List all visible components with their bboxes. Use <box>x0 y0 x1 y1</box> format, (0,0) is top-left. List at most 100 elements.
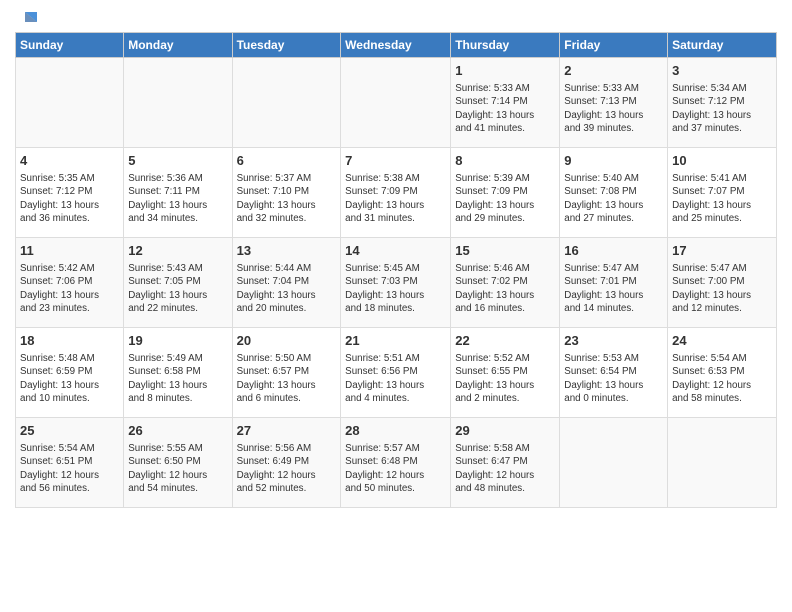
calendar-cell <box>341 58 451 148</box>
logo-icon <box>17 8 39 30</box>
day-number: 14 <box>345 242 446 260</box>
calendar-header-row: SundayMondayTuesdayWednesdayThursdayFrid… <box>16 33 777 58</box>
cell-line: Sunrise: 5:54 AM <box>20 443 95 454</box>
cell-line: and 39 minutes. <box>564 123 634 134</box>
cell-line: and 18 minutes. <box>345 303 415 314</box>
cell-content: Sunrise: 5:40 AMSunset: 7:08 PMDaylight:… <box>564 172 663 225</box>
cell-line: Sunset: 7:14 PM <box>455 96 527 107</box>
cell-line: Sunrise: 5:51 AM <box>345 353 420 364</box>
cell-line: Daylight: 12 hours <box>237 470 316 481</box>
cell-line: Sunset: 6:58 PM <box>128 366 200 377</box>
day-number: 24 <box>672 332 772 350</box>
cell-content: Sunrise: 5:48 AM Sunset: 6:59 PM Daylight:… <box>20 352 119 405</box>
cell-line: Daylight: 13 hours <box>564 200 643 211</box>
cell-line: Sunrise: 5:54 AM <box>672 353 747 364</box>
day-number: 18 <box>20 332 119 350</box>
cell-line: Daylight: 12 hours <box>672 380 751 391</box>
cell-line: Daylight: 13 hours <box>672 290 751 301</box>
cell-content: Sunrise: 5:41 AMSunset: 7:07 PMDaylight:… <box>672 172 772 225</box>
cell-line: Sunset: 6:56 PM <box>345 366 417 377</box>
cell-line: and 52 minutes. <box>237 483 307 494</box>
calendar-cell: 4 Sunrise: 5:35 AMSunset: 7:12 PMDaylight… <box>16 148 124 238</box>
cell-line: Sunrise: 5:42 AM <box>20 263 95 274</box>
cell-line: and 29 minutes. <box>455 213 525 224</box>
cell-line: Daylight: 13 hours <box>237 380 316 391</box>
cell-line: Daylight: 13 hours <box>128 380 207 391</box>
cell-line: Sunset: 7:07 PM <box>672 186 744 197</box>
cell-line: and 34 minutes. <box>128 213 198 224</box>
cell-line: Daylight: 13 hours <box>237 200 316 211</box>
cell-line: Sunset: 7:10 PM <box>237 186 309 197</box>
calendar-cell: 22Sunrise: 5:52 AMSunset: 6:55 PMDayligh… <box>451 328 560 418</box>
cell-line: Sunrise: 5:50 AM <box>237 353 312 364</box>
cell-line: and 20 minutes. <box>237 303 307 314</box>
cell-line: and 22 minutes. <box>128 303 198 314</box>
week-row-1: 1Sunrise: 5:33 AMSunset: 7:14 PMDaylight… <box>16 58 777 148</box>
cell-line: Daylight: 13 hours <box>128 290 207 301</box>
cell-line: Sunset: 7:08 PM <box>564 186 636 197</box>
cell-line: Sunrise: 5:38 AM <box>345 173 420 184</box>
cell-line: Sunset: 6:51 PM <box>20 456 92 467</box>
cell-content: Sunrise: 5:43 AMSunset: 7:05 PMDaylight:… <box>128 262 227 315</box>
day-number: 8 <box>455 152 555 170</box>
day-number: 25 <box>20 422 119 440</box>
cell-line: Sunrise: 5:36 AM <box>128 173 203 184</box>
cell-line: Sunset: 7:01 PM <box>564 276 636 287</box>
cell-line: Sunrise: 5:58 AM <box>455 443 530 454</box>
calendar-cell: 23Sunrise: 5:53 AMSunset: 6:54 PMDayligh… <box>560 328 668 418</box>
logo <box>15 10 39 26</box>
calendar-cell: 2Sunrise: 5:33 AMSunset: 7:13 PMDaylight… <box>560 58 668 148</box>
cell-line: Sunset: 7:03 PM <box>345 276 417 287</box>
cell-content: Sunrise: 5:38 AMSunset: 7:09 PMDaylight:… <box>345 172 446 225</box>
calendar-cell <box>232 58 341 148</box>
day-number: 28 <box>345 422 446 440</box>
calendar-cell: 12Sunrise: 5:43 AMSunset: 7:05 PMDayligh… <box>124 238 232 328</box>
cell-line: Sunrise: 5:48 AM <box>20 353 95 364</box>
day-number: 4 <box>20 152 119 170</box>
cell-line: Sunrise: 5:44 AM <box>237 263 312 274</box>
cell-line: and 12 minutes. <box>672 303 742 314</box>
calendar-cell: 11Sunrise: 5:42 AMSunset: 7:06 PMDayligh… <box>16 238 124 328</box>
cell-line: Sunrise: 5:52 AM <box>455 353 530 364</box>
cell-content: Sunrise: 5:35 AMSunset: 7:12 PMDaylight:… <box>20 172 119 225</box>
cell-line: Daylight: 13 hours <box>564 380 643 391</box>
cell-line: Daylight: 13 hours <box>564 110 643 121</box>
cell-line: and 32 minutes. <box>237 213 307 224</box>
cell-line: Sunrise: 5:46 AM <box>455 263 530 274</box>
cell-line: and 2 minutes. <box>455 393 519 404</box>
cell-line: and 41 minutes. <box>455 123 525 134</box>
calendar-cell: 27Sunrise: 5:56 AMSunset: 6:49 PMDayligh… <box>232 418 341 508</box>
cell-line: Daylight: 13 hours <box>455 380 534 391</box>
calendar-cell: 10 Sunrise: 5:41 AMSunset: 7:07 PMDayligh… <box>668 148 777 238</box>
cell-line: and 48 minutes. <box>455 483 525 494</box>
cell-content: Sunrise: 5:37 AMSunset: 7:10 PMDaylight:… <box>237 172 337 225</box>
cell-line: Daylight: 13 hours <box>20 380 99 391</box>
day-number: 2 <box>564 62 663 80</box>
cell-content: Sunrise: 5:46 AMSunset: 7:02 PMDaylight:… <box>455 262 555 315</box>
cell-line: Sunrise: 5:53 AM <box>564 353 639 364</box>
cell-line: and 25 minutes. <box>672 213 742 224</box>
cell-line: Sunset: 7:04 PM <box>237 276 309 287</box>
cell-content: Sunrise: 5:39 AMSunset: 7:09 PMDaylight:… <box>455 172 555 225</box>
day-number: 10 <box>672 152 772 170</box>
cell-content: Sunrise: 5:47 AMSunset: 7:01 PMDaylight:… <box>564 262 663 315</box>
cell-line: Sunset: 6:59 PM <box>20 366 92 377</box>
calendar-body: 1Sunrise: 5:33 AMSunset: 7:14 PMDaylight… <box>16 58 777 508</box>
cell-line: Sunrise: 5:47 AM <box>564 263 639 274</box>
cell-line: Sunset: 6:47 PM <box>455 456 527 467</box>
cell-line: Sunset: 6:53 PM <box>672 366 744 377</box>
cell-line: Daylight: 12 hours <box>345 470 424 481</box>
day-number: 26 <box>128 422 227 440</box>
calendar-table: SundayMondayTuesdayWednesdayThursdayFrid… <box>15 32 777 508</box>
header-sunday: Sunday <box>16 33 124 58</box>
header-tuesday: Tuesday <box>232 33 341 58</box>
cell-content: Sunrise: 5:55 AMSunset: 6:50 PMDaylight:… <box>128 442 227 495</box>
cell-content: Sunrise: 5:51 AMSunset: 6:56 PMDaylight:… <box>345 352 446 405</box>
cell-line: and 54 minutes. <box>128 483 198 494</box>
cell-content: Sunrise: 5:49 AMSunset: 6:58 PMDaylight:… <box>128 352 227 405</box>
cell-line: Sunrise: 5:39 AM <box>455 173 530 184</box>
cell-line: and 6 minutes. <box>237 393 301 404</box>
day-number: 5 <box>128 152 227 170</box>
cell-line: Sunrise: 5:57 AM <box>345 443 420 454</box>
cell-line: Daylight: 13 hours <box>20 290 99 301</box>
